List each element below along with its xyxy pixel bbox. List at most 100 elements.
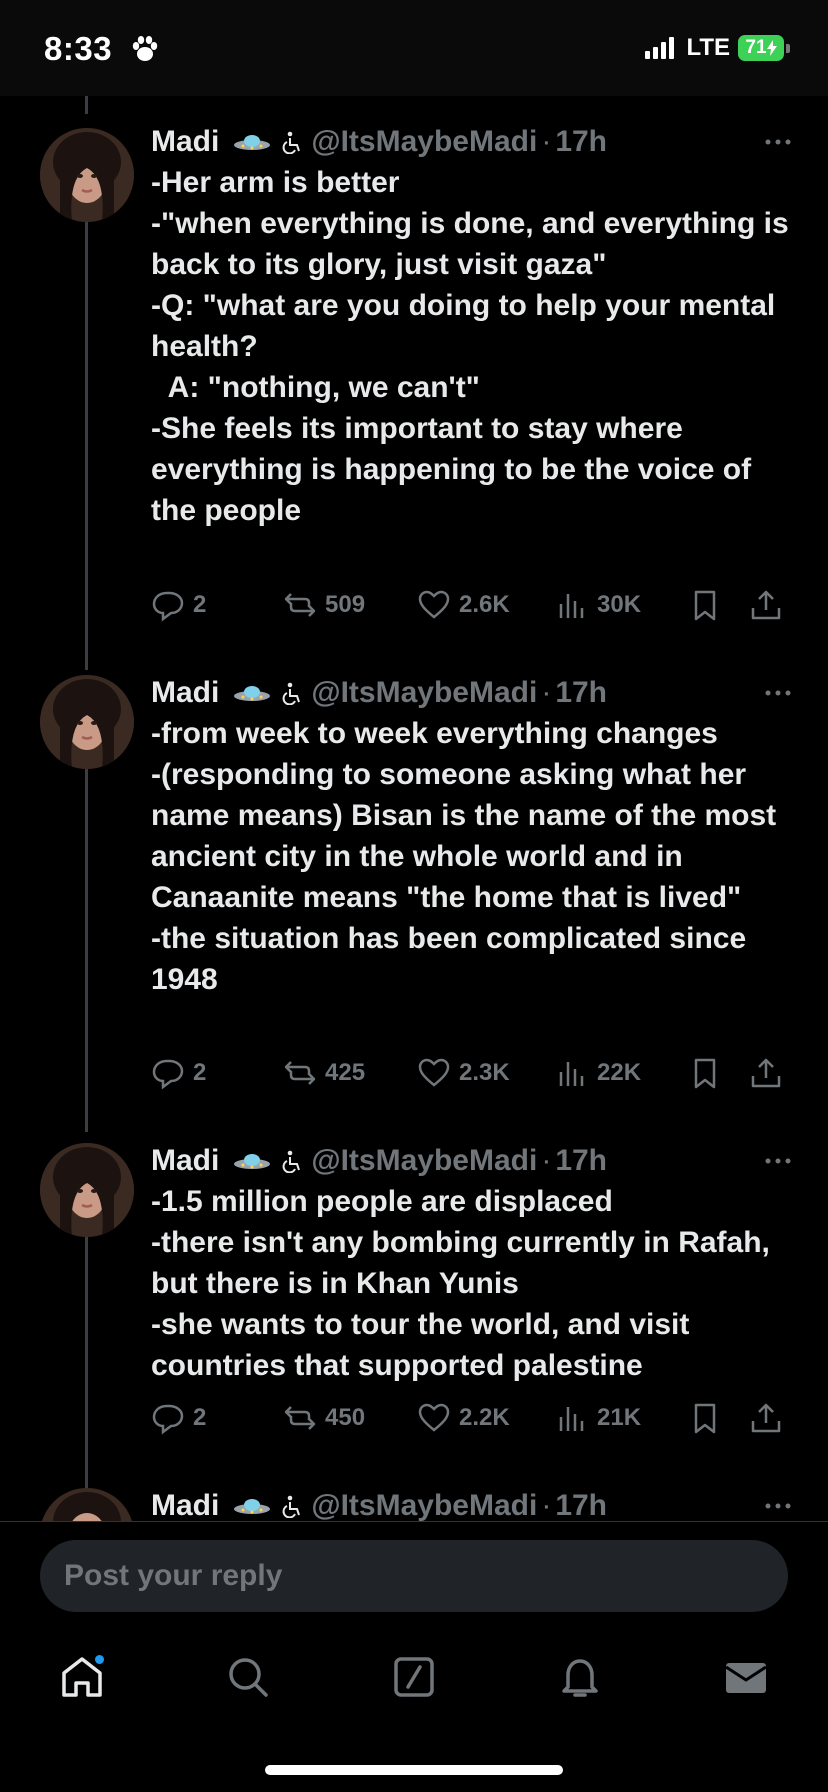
more-icon[interactable] <box>758 1147 798 1175</box>
reply-icon <box>152 1059 184 1090</box>
tweet-time[interactable]: 17h <box>555 676 607 710</box>
wheelchair-icon <box>282 1495 301 1518</box>
repost-button[interactable]: 425 <box>283 1056 365 1090</box>
reply-input[interactable]: Post your reply <box>40 1540 788 1612</box>
views-button[interactable]: 30K <box>555 588 641 622</box>
repost-button[interactable]: 509 <box>283 588 365 622</box>
bookmark-button[interactable] <box>688 588 722 622</box>
author-name[interactable]: Madi <box>151 676 219 710</box>
more-icon[interactable] <box>758 679 798 707</box>
tab-home[interactable] <box>52 1647 112 1707</box>
status-time: 8:33 <box>44 30 113 67</box>
author-handle[interactable]: @ItsMaybeMadi <box>311 1144 537 1178</box>
paw-icon <box>132 36 158 61</box>
reply-count: 2 <box>193 591 207 618</box>
signal-icon <box>645 37 675 59</box>
tweet-header: Madi @ItsMaybeMadi · 17h <box>151 671 798 715</box>
home-indicator[interactable] <box>265 1765 563 1775</box>
share-button[interactable] <box>749 1056 783 1090</box>
ufo-emoji-icon <box>234 135 271 150</box>
author-name[interactable]: Madi <box>151 1489 219 1521</box>
bookmark-button[interactable] <box>688 1401 722 1435</box>
reply-count: 2 <box>193 1059 207 1086</box>
share-icon <box>751 1403 781 1433</box>
tweet-header: Madi @ItsMaybeMadi · 17h <box>151 120 798 164</box>
reply-button[interactable]: 2 <box>151 588 206 622</box>
tweet-time[interactable]: 17h <box>555 1489 607 1521</box>
avatar[interactable] <box>40 1488 134 1521</box>
thread-line <box>85 217 88 670</box>
reply-count: 2 <box>193 1404 207 1431</box>
heart-icon <box>418 590 450 619</box>
tweet-actions: 2 425 2.3K 22K <box>151 1051 798 1095</box>
views-button[interactable]: 22K <box>555 1056 641 1090</box>
views-icon <box>559 1407 584 1431</box>
author-handle[interactable]: @ItsMaybeMadi <box>311 676 537 710</box>
share-icon <box>751 1058 781 1088</box>
thread-line <box>85 1236 88 1521</box>
tab-messages[interactable] <box>716 1647 776 1707</box>
like-button[interactable]: 2.2K <box>417 1401 510 1435</box>
tweet-text: -Her arm is better -"when everything is … <box>151 166 789 527</box>
separator-dot: · <box>541 1489 552 1521</box>
reply-button[interactable]: 2 <box>151 1401 206 1435</box>
tab-bar <box>0 1633 828 1792</box>
repost-icon <box>284 593 316 617</box>
ufo-emoji-icon <box>234 1154 271 1169</box>
views-count: 30K <box>597 591 642 618</box>
tweet-actions: 2 509 2.6K 30K <box>151 583 798 627</box>
reply-button[interactable]: 2 <box>151 1056 206 1090</box>
like-button[interactable]: 2.6K <box>417 588 510 622</box>
avatar[interactable] <box>40 675 134 769</box>
more-icon[interactable] <box>758 1492 798 1520</box>
bookmark-button[interactable] <box>688 1056 722 1090</box>
views-count: 21K <box>597 1404 642 1431</box>
separator-dot: · <box>541 1144 552 1177</box>
tab-notifications[interactable] <box>550 1647 610 1707</box>
repost-icon <box>284 1406 316 1430</box>
tab-compose[interactable] <box>384 1647 444 1707</box>
thread[interactable]: Madi @ItsMaybeMadi · 17h -Her arm is bet… <box>0 96 828 1521</box>
avatar-image <box>40 1143 134 1237</box>
separator-dot: · <box>541 676 552 709</box>
author-handle[interactable]: @ItsMaybeMadi <box>311 125 537 159</box>
tweet-time[interactable]: 17h <box>555 125 607 159</box>
wheelchair-icon <box>282 1150 301 1173</box>
status-bar: 8:33 LTE 71 <box>0 0 828 96</box>
tweet-text: -from week to week everything changes -(… <box>151 717 777 996</box>
search-icon <box>229 1658 268 1697</box>
charging-icon <box>766 40 777 56</box>
avatar[interactable] <box>40 1143 134 1237</box>
repost-button[interactable]: 450 <box>283 1401 365 1435</box>
repost-count: 425 <box>325 1059 366 1086</box>
avatar-image <box>40 675 134 769</box>
tweet-actions: 2 450 2.2K 21K <box>151 1396 798 1440</box>
share-button[interactable] <box>749 588 783 622</box>
tweet-header: Madi @ItsMaybeMadi · 17h <box>151 1484 798 1521</box>
author-name[interactable]: Madi <box>151 1144 219 1178</box>
ufo-emoji-icon <box>234 1499 271 1514</box>
compose-icon <box>394 1657 434 1697</box>
more-icon[interactable] <box>758 128 798 156</box>
notification-dot <box>93 1653 106 1666</box>
separator-dot: · <box>541 125 552 158</box>
author-handle[interactable]: @ItsMaybeMadi <box>311 1489 537 1521</box>
repost-count: 450 <box>325 1404 366 1431</box>
thread-line <box>85 96 88 114</box>
tab-search[interactable] <box>218 1647 278 1707</box>
avatar-image <box>40 128 134 222</box>
avatar[interactable] <box>40 128 134 222</box>
heart-icon <box>418 1058 450 1087</box>
battery-level: 71 <box>745 37 767 58</box>
like-count: 2.2K <box>459 1404 510 1431</box>
reply-icon <box>152 1404 184 1435</box>
wheelchair-icon <box>282 131 301 154</box>
views-button[interactable]: 21K <box>555 1401 641 1435</box>
author-name[interactable]: Madi <box>151 125 219 159</box>
avatar-image <box>40 1488 134 1521</box>
share-button[interactable] <box>749 1401 783 1435</box>
thread-line <box>85 768 88 1132</box>
tweet-time[interactable]: 17h <box>555 1144 607 1178</box>
like-button[interactable]: 2.3K <box>417 1056 510 1090</box>
views-count: 22K <box>597 1059 642 1086</box>
